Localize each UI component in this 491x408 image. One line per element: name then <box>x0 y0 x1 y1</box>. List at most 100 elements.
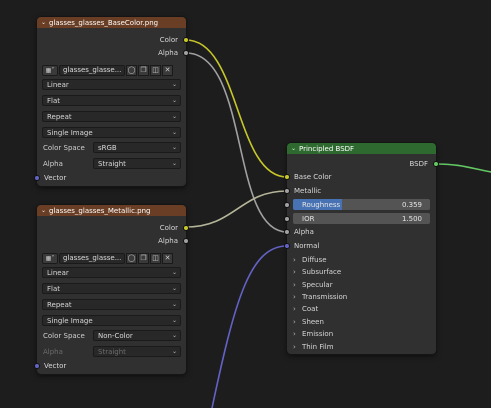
image-browse-icon[interactable]: ▦˅ <box>42 252 58 264</box>
panel-diffuse[interactable]: › Diffuse <box>293 254 327 266</box>
color-space-label: Color Space <box>43 332 85 340</box>
image-texture-node-metallic[interactable]: ⌄ glasses_glasses_Metallic.png Color Alph… <box>34 205 189 374</box>
panel-transmission[interactable]: › Transmission <box>293 291 347 303</box>
source-dropdown[interactable]: Single Image ⌄ <box>42 127 181 138</box>
input-metallic: Metallic <box>287 185 436 197</box>
color-space-dropdown[interactable]: sRGB ⌄ <box>93 142 181 153</box>
panel-subsurface[interactable]: › Subsurface <box>293 266 341 278</box>
collapse-chevron-icon[interactable]: ⌄ <box>291 145 299 152</box>
close-icon[interactable]: ✕ <box>162 64 173 76</box>
normal-label: Normal <box>294 242 320 250</box>
alpha-mode-value: Straight <box>98 159 126 168</box>
image-selector[interactable]: ▦˅ glasses_glasse... ◯ ❐ ◫ ✕ <box>42 252 173 264</box>
input-vector: Vector <box>37 360 186 372</box>
open-folder-icon[interactable]: ◫ <box>150 252 161 264</box>
image-browse-icon[interactable]: ▦˅ <box>42 64 58 76</box>
open-folder-icon[interactable]: ◫ <box>150 64 161 76</box>
interpolation-value: Linear <box>47 80 69 89</box>
output-alpha: Alpha <box>37 235 186 247</box>
panel-label: Sheen <box>302 318 324 326</box>
roughness-label: Roughness <box>302 200 341 209</box>
panel-label: Specular <box>302 281 333 289</box>
metallic-label: Metallic <box>294 187 322 195</box>
principled-bsdf-node[interactable]: ⌄ Principled BSDF BSDF Base Color Metalli… <box>284 143 439 354</box>
duplicate-icon[interactable]: ❐ <box>138 64 149 76</box>
chevron-right-icon: › <box>293 256 296 264</box>
panel-label: Subsurface <box>302 268 342 276</box>
panel-thin-film[interactable]: › Thin Film <box>293 341 334 353</box>
alpha-mode-dropdown[interactable]: Straight ⌄ <box>93 158 181 169</box>
ior-field[interactable]: IOR 1.500 <box>293 213 430 224</box>
chevron-right-icon: › <box>293 330 296 338</box>
panel-coat[interactable]: › Coat <box>293 303 318 315</box>
chevron-down-icon: ⌄ <box>171 332 177 339</box>
link-metallic-color <box>185 190 288 228</box>
input-vector: Vector <box>37 172 186 184</box>
output-alpha-label: Alpha <box>158 49 178 57</box>
panel-label: Coat <box>302 305 319 313</box>
color-space-dropdown[interactable]: Non-Color ⌄ <box>93 330 181 341</box>
output-color: Color <box>37 34 186 46</box>
interpolation-dropdown[interactable]: Linear ⌄ <box>42 267 181 278</box>
collapse-chevron-icon[interactable]: ⌄ <box>41 207 49 214</box>
extension-value: Repeat <box>47 112 72 121</box>
alpha-output-socket[interactable] <box>183 238 189 244</box>
roughness-field[interactable]: Roughness 0.359 <box>293 199 430 210</box>
panel-emission[interactable]: › Emission <box>293 328 333 340</box>
chevron-down-icon: ⌄ <box>171 301 177 308</box>
input-vector-label: Vector <box>44 174 67 182</box>
alpha-output-socket[interactable] <box>183 50 189 56</box>
alpha-mode-label: Alpha <box>43 348 63 356</box>
link-basecolor-alpha <box>185 52 288 233</box>
image-texture-node-basecolor[interactable]: ⌄ glasses_glasses_BaseColor.png Color Alp… <box>34 17 189 186</box>
chevron-right-icon: › <box>293 343 296 351</box>
image-name-field[interactable]: glasses_glasse... <box>59 252 125 264</box>
fake-user-shield-icon[interactable]: ◯ <box>126 64 137 76</box>
input-base-color: Base Color <box>287 171 436 183</box>
panel-label: Transmission <box>302 293 348 301</box>
image-selector[interactable]: ▦˅ glasses_glasse... ◯ ❐ ◫ ✕ <box>42 64 173 76</box>
output-bsdf: BSDF <box>287 158 436 170</box>
node-header[interactable]: ⌄ glasses_glasses_BaseColor.png <box>37 17 186 28</box>
roughness-input-socket[interactable] <box>284 202 290 208</box>
image-name-field[interactable]: glasses_glasse... <box>59 64 125 76</box>
output-alpha-label: Alpha <box>158 237 178 245</box>
node-title: glasses_glasses_Metallic.png <box>49 206 151 215</box>
source-dropdown[interactable]: Single Image ⌄ <box>42 315 181 326</box>
output-color-label: Color <box>159 36 178 44</box>
color-output-socket[interactable] <box>183 225 189 231</box>
ior-label: IOR <box>302 214 315 223</box>
close-icon[interactable]: ✕ <box>162 252 173 264</box>
node-header[interactable]: ⌄ glasses_glasses_Metallic.png <box>37 205 186 216</box>
ior-value: 1.500 <box>401 214 422 223</box>
ior-input-socket[interactable] <box>284 216 290 222</box>
alpha-mode-value: Straight <box>98 347 126 356</box>
color-output-socket[interactable] <box>183 37 189 43</box>
color-space-label: Color Space <box>43 144 85 152</box>
collapse-chevron-icon[interactable]: ⌄ <box>41 19 49 26</box>
chevron-down-icon: ⌄ <box>171 81 177 88</box>
color-space-value: Non-Color <box>98 331 133 340</box>
panel-sheen[interactable]: › Sheen <box>293 316 324 328</box>
panel-label: Emission <box>302 330 334 338</box>
bsdf-output-socket[interactable] <box>433 161 439 167</box>
panel-specular[interactable]: › Specular <box>293 279 333 291</box>
roughness-value: 0.359 <box>401 200 422 209</box>
projection-dropdown[interactable]: Flat ⌄ <box>42 283 181 294</box>
output-color-label: Color <box>159 224 178 232</box>
alpha-label: Alpha <box>294 228 314 236</box>
node-editor-canvas[interactable]: ⌄ glasses_glasses_BaseColor.png Color Alp… <box>0 0 491 408</box>
extension-dropdown[interactable]: Repeat ⌄ <box>42 299 181 310</box>
extension-dropdown[interactable]: Repeat ⌄ <box>42 111 181 122</box>
fake-user-shield-icon[interactable]: ◯ <box>126 252 137 264</box>
interpolation-dropdown[interactable]: Linear ⌄ <box>42 79 181 90</box>
chevron-down-icon: ⌄ <box>171 129 177 136</box>
projection-value: Flat <box>47 96 61 105</box>
chevron-down-icon: ⌄ <box>171 317 177 324</box>
panel-label: Diffuse <box>302 256 327 264</box>
node-header[interactable]: ⌄ Principled BSDF <box>287 143 436 154</box>
duplicate-icon[interactable]: ❐ <box>138 252 149 264</box>
projection-dropdown[interactable]: Flat ⌄ <box>42 95 181 106</box>
input-normal: Normal <box>287 240 436 252</box>
node-title: glasses_glasses_BaseColor.png <box>49 18 159 27</box>
